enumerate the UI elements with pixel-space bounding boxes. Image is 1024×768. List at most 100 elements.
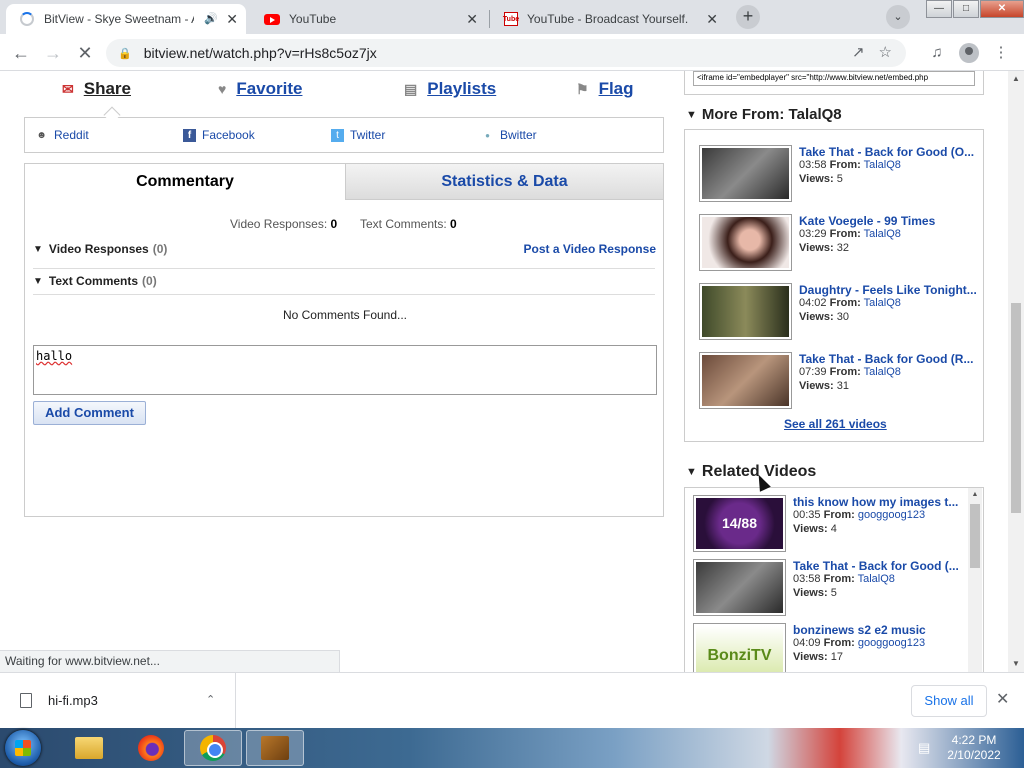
video-meta: 04:02 From: TalalQ8 bbox=[799, 297, 901, 309]
video-duration: 03:29 bbox=[799, 228, 827, 240]
tab-close-icon[interactable]: ✕ bbox=[226, 11, 238, 28]
embed-code-input[interactable]: <iframe id="embedplayer" src="http://www… bbox=[693, 71, 975, 86]
download-item[interactable]: hi-fi.mp3 ⌃ bbox=[0, 673, 236, 728]
close-window-button[interactable]: ✕ bbox=[980, 0, 1024, 18]
list-item[interactable]: Take That - Back for Good (O... 03:58 Fr… bbox=[699, 145, 983, 203]
video-title[interactable]: Take That - Back for Good (... bbox=[793, 559, 963, 573]
restore-button[interactable]: □ bbox=[953, 0, 979, 18]
list-item[interactable]: Kate Voegele - 99 Times 03:29 From: Tala… bbox=[699, 214, 983, 272]
reddit-icon: ☻ bbox=[36, 129, 47, 141]
video-uploader[interactable]: TalalQ8 bbox=[864, 159, 901, 171]
list-item[interactable]: Take That - Back for Good (R... 07:39 Fr… bbox=[699, 352, 983, 410]
views-label: Views: bbox=[799, 380, 834, 392]
taskbar-explorer[interactable] bbox=[60, 730, 118, 766]
tab-youtube-broadcast[interactable]: Tube YouTube - Broadcast Yourself. ✕ bbox=[490, 4, 726, 34]
scrollbar-thumb[interactable] bbox=[1011, 303, 1021, 513]
tab-close-icon[interactable]: ✕ bbox=[706, 11, 718, 28]
tab-bitview[interactable]: BitView - Skye Sweetnam - A 🔊 ✕ bbox=[6, 4, 246, 34]
video-title[interactable]: Daughtry - Feels Like Tonight... bbox=[799, 283, 981, 297]
video-thumbnail[interactable] bbox=[699, 352, 792, 409]
facebook-link[interactable]: f Facebook bbox=[183, 128, 255, 142]
comment-textarea[interactable]: hallo bbox=[33, 345, 657, 395]
video-uploader[interactable]: TalalQ8 bbox=[864, 366, 901, 378]
video-uploader[interactable]: googgoog123 bbox=[858, 509, 925, 521]
video-thumbnail[interactable]: BonziTV bbox=[693, 623, 786, 672]
related-videos-heading[interactable]: ▼ Related Videos bbox=[686, 463, 816, 481]
show-all-button[interactable]: Show all bbox=[911, 685, 987, 717]
video-uploader[interactable]: TalalQ8 bbox=[864, 297, 901, 309]
taskbar-media[interactable] bbox=[246, 730, 304, 766]
list-item[interactable]: Take That - Back for Good (... 03:58 Fro… bbox=[693, 559, 977, 617]
tab-close-icon[interactable]: ✕ bbox=[466, 11, 478, 28]
list-item[interactable]: 14/88 this know how my images t... 00:35… bbox=[693, 495, 977, 553]
video-thumbnail[interactable] bbox=[699, 214, 792, 271]
bwitter-link[interactable]: ● Bwitter bbox=[481, 128, 537, 142]
video-responses-toggle[interactable]: ▼ Video Responses (0) bbox=[33, 242, 167, 256]
clock-date: 2/10/2022 bbox=[947, 748, 1001, 762]
new-tab-button[interactable]: + bbox=[736, 5, 760, 29]
from-label: From: bbox=[829, 297, 861, 309]
text-comments-toggle[interactable]: ▼ Text Comments (0) bbox=[33, 274, 157, 288]
video-uploader[interactable]: TalalQ8 bbox=[864, 228, 901, 240]
video-thumbnail[interactable] bbox=[699, 145, 792, 202]
video-thumbnail[interactable]: 14/88 bbox=[693, 495, 786, 552]
tab-statistics[interactable]: Statistics & Data bbox=[345, 164, 663, 200]
video-duration: 03:58 bbox=[799, 159, 827, 171]
scroll-up-arrow-icon[interactable]: ▲ bbox=[968, 488, 982, 502]
taskbar-chrome[interactable] bbox=[184, 730, 242, 766]
close-icon[interactable]: ✕ bbox=[996, 689, 1009, 709]
taskbar-clock[interactable]: 4:22 PM 2/10/2022 bbox=[944, 733, 1004, 763]
post-video-response-link[interactable]: Post a Video Response bbox=[524, 242, 657, 256]
back-button[interactable]: ← bbox=[8, 40, 34, 66]
profile-button[interactable] bbox=[956, 40, 982, 66]
list-item[interactable]: Daughtry - Feels Like Tonight... 04:02 F… bbox=[699, 283, 983, 341]
forward-button[interactable]: → bbox=[40, 40, 66, 66]
chevron-up-icon[interactable]: ⌃ bbox=[206, 693, 215, 706]
flag-button[interactable]: ⚑ Flag bbox=[576, 79, 634, 99]
video-title[interactable]: this know how my images t... bbox=[793, 495, 963, 509]
folder-icon bbox=[75, 737, 103, 759]
stop-button[interactable]: ✕ bbox=[72, 40, 98, 66]
tab-youtube[interactable]: YouTube ✕ bbox=[250, 4, 486, 34]
see-all-videos-link[interactable]: See all 261 videos bbox=[784, 417, 887, 431]
list-item[interactable]: BonziTV bonzinews s2 e2 music 04:09 From… bbox=[693, 623, 977, 672]
scroll-up-arrow-icon[interactable]: ▲ bbox=[1008, 71, 1024, 87]
address-bar[interactable]: 🔒 bitview.net/watch.php?v=rHs8c5oz7jx ↗ … bbox=[106, 39, 906, 67]
network-icon[interactable]: ▤ bbox=[918, 740, 930, 756]
from-label: From: bbox=[823, 509, 855, 521]
minimize-button[interactable]: — bbox=[926, 0, 952, 18]
start-button[interactable] bbox=[5, 730, 41, 766]
media-control-icon[interactable]: ♫ bbox=[924, 40, 950, 66]
reddit-link[interactable]: ☻ Reddit bbox=[35, 128, 88, 142]
tab-commentary[interactable]: Commentary bbox=[25, 164, 345, 200]
tab-search-button[interactable]: ⌄ bbox=[886, 5, 910, 29]
views-label: Views: bbox=[799, 173, 834, 185]
video-title[interactable]: Take That - Back for Good (O... bbox=[799, 145, 981, 159]
video-title[interactable]: Take That - Back for Good (R... bbox=[799, 352, 981, 366]
share-page-icon[interactable]: ↗ bbox=[852, 43, 865, 61]
bookmark-star-icon[interactable]: ☆ bbox=[879, 43, 892, 61]
video-title[interactable]: Kate Voegele - 99 Times bbox=[799, 214, 981, 228]
scrollbar-thumb[interactable] bbox=[970, 504, 980, 568]
video-uploader[interactable]: googgoog123 bbox=[858, 637, 925, 649]
menu-kebab-icon[interactable]: ⋮ bbox=[988, 40, 1014, 66]
page-scrollbar[interactable]: ▲ ▼ bbox=[1008, 71, 1024, 672]
lock-icon[interactable]: 🔒 bbox=[118, 47, 132, 60]
more-from-heading[interactable]: ▼ More From: TalalQ8 bbox=[686, 106, 842, 123]
share-button[interactable]: ✉ Share bbox=[62, 79, 131, 99]
add-comment-button[interactable]: Add Comment bbox=[33, 401, 146, 425]
video-uploader[interactable]: TalalQ8 bbox=[858, 573, 895, 585]
twitter-link[interactable]: t Twitter bbox=[331, 128, 385, 142]
taskbar-firefox[interactable] bbox=[122, 730, 180, 766]
scroll-down-arrow-icon[interactable]: ▼ bbox=[1008, 656, 1024, 672]
video-thumbnail[interactable] bbox=[699, 283, 792, 340]
video-views: Views: 4 bbox=[793, 523, 837, 535]
playlists-button[interactable]: ▤ Playlists bbox=[404, 79, 496, 99]
video-title[interactable]: bonzinews s2 e2 music bbox=[793, 623, 963, 637]
related-scrollbar[interactable]: ▲ bbox=[968, 488, 982, 672]
text-comments-count-label: Text Comments: bbox=[360, 217, 447, 231]
speaker-icon[interactable]: 🔊 bbox=[204, 12, 218, 25]
favorite-button[interactable]: ♥ Favorite bbox=[218, 79, 302, 99]
video-meta: 00:35 From: googgoog123 bbox=[793, 509, 925, 521]
video-thumbnail[interactable] bbox=[693, 559, 786, 616]
